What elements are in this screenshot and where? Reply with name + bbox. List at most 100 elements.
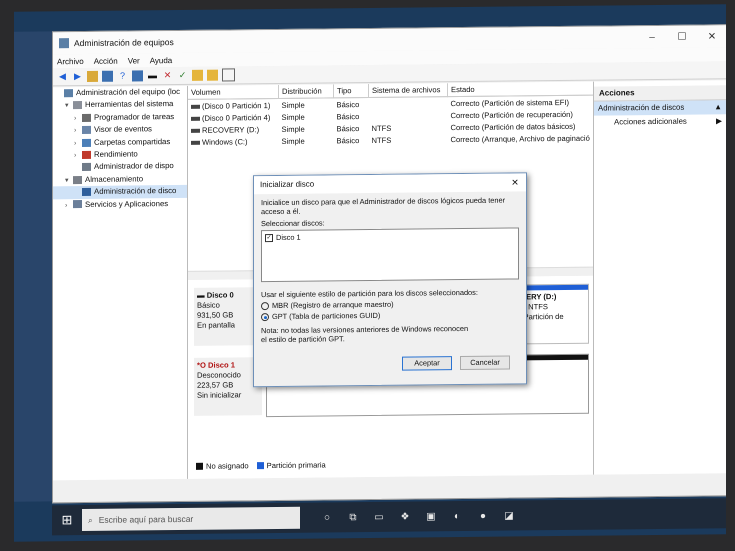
- volume-cell: (Disco 0 Partición 1): [188, 98, 279, 111]
- initialize-disk-dialog: Inicializar disco ✕ Inicialice un disco …: [253, 172, 527, 388]
- column-sistema-archivos[interactable]: Sistema de archivos: [368, 83, 448, 98]
- gpt-radio[interactable]: [261, 313, 269, 322]
- forward-arrow-icon[interactable]: ▶: [72, 71, 83, 82]
- notes-icon[interactable]: ◪: [496, 510, 522, 521]
- table-cell: NTFS: [371, 135, 392, 145]
- tree-item[interactable]: › Servicios y Aplicaciones: [53, 197, 187, 211]
- dropbox-icon[interactable]: ❖: [392, 511, 418, 522]
- windows-start-icon[interactable]: ⊞: [52, 505, 82, 535]
- performance-icon: [82, 150, 91, 159]
- taskbar-search[interactable]: ⌕ Escribe aquí para buscar: [82, 506, 300, 532]
- tree-item-label: Administración del equipo (loc: [76, 86, 181, 98]
- check-icon[interactable]: ✓: [177, 70, 188, 81]
- accept-button[interactable]: Aceptar: [402, 356, 452, 371]
- volume-icon: [191, 104, 200, 109]
- menu-archivo[interactable]: Archivo: [57, 56, 84, 65]
- tree-item-label: Rendimiento: [94, 149, 138, 159]
- minimize-button[interactable]: –: [637, 31, 667, 43]
- settings-icon[interactable]: [222, 68, 235, 82]
- disk-list: ✓ Disco 1: [261, 227, 519, 283]
- dialog-intro: Inicialice un disco para que el Administ…: [261, 195, 506, 217]
- disk-1-checkbox[interactable]: ✓: [265, 234, 273, 243]
- column-volumen[interactable]: Volumen: [188, 84, 279, 100]
- disk-size: 931,50 GB: [197, 310, 234, 320]
- store-icon[interactable]: ▣: [418, 511, 444, 522]
- tree-item-label: Programador de tareas: [94, 111, 175, 122]
- disk-size: 223,57 GB: [197, 380, 234, 390]
- file-explorer-icon[interactable]: ▭: [366, 511, 392, 522]
- column-distribucion[interactable]: Distribución: [278, 84, 334, 99]
- partition-label: VERY (D:): [521, 292, 557, 302]
- table-cell: Simple: [281, 124, 305, 134]
- mbr-label[interactable]: MBR (Registro de arranque maestro): [272, 300, 394, 310]
- disk-drive-icon: ▬: [197, 290, 207, 300]
- disk-1-info[interactable]: *O Disco 1 Desconocido 223,57 GB Sin ini…: [194, 357, 262, 416]
- connect-icon[interactable]: ▬: [147, 70, 158, 81]
- properties-icon[interactable]: [132, 70, 143, 82]
- tree-item-label: Visor de eventos: [94, 124, 152, 135]
- search-folder-icon[interactable]: [207, 69, 218, 81]
- volume-cell: (Disco 0 Partición 4): [188, 111, 279, 124]
- close-button[interactable]: ✕: [697, 31, 726, 42]
- cancel-button[interactable]: Cancelar: [460, 355, 510, 371]
- tree-item-label: Administración de disco: [94, 186, 177, 197]
- up-folder-icon[interactable]: [87, 70, 98, 82]
- disk-0-info[interactable]: ▬ Disco 0 Básico 931,50 GB En pantalla: [194, 287, 262, 346]
- gpt-label[interactable]: GPT (Tabla de particiones GUID): [272, 311, 380, 321]
- help-icon[interactable]: ?: [117, 71, 128, 82]
- tree-item-label: Carpetas compartidas: [94, 136, 171, 147]
- select-disks-label: Seleccionar discos:: [261, 218, 325, 229]
- menu-ayuda[interactable]: Ayuda: [150, 56, 173, 65]
- volume-icon: [191, 116, 200, 121]
- clock-icon: [82, 113, 91, 122]
- computer-management-window: Administración de equipos – ☐ ✕ Archivo …: [52, 24, 726, 504]
- table-cell: Correcto (Arranque, Archivo de paginació: [450, 133, 590, 144]
- partition-fs: B NTFS: [521, 302, 549, 312]
- tree-expander-icon[interactable]: ›: [65, 200, 73, 212]
- action-more[interactable]: Acciones adicionales ▶: [594, 114, 726, 129]
- unallocated-swatch: [196, 462, 203, 470]
- column-tipo[interactable]: Tipo: [333, 84, 369, 98]
- actions-header: Acciones: [594, 85, 726, 102]
- shared-folder-icon: [82, 138, 91, 147]
- legend-primary: Partición primaria: [266, 460, 326, 471]
- back-arrow-icon[interactable]: ◀: [57, 71, 68, 82]
- delete-icon[interactable]: ✕: [162, 70, 173, 81]
- mbr-radio[interactable]: [261, 302, 269, 311]
- table-cell: Básico: [336, 135, 360, 145]
- window-title: Administración de equipos: [74, 37, 174, 49]
- browser-icon[interactable]: ●: [470, 510, 496, 521]
- disk-management-icon: [82, 187, 91, 197]
- disk-1-item[interactable]: Disco 1: [276, 233, 301, 242]
- actions-pane: Acciones Administración de discos ▲ Acci…: [593, 80, 726, 475]
- volume-name: Windows (C:): [202, 136, 248, 147]
- primary-swatch: [256, 462, 264, 470]
- edge-icon[interactable]: ◐: [444, 510, 470, 522]
- partition-style-label: Usar el siguiente estilo de partición pa…: [261, 287, 478, 300]
- menu-accion[interactable]: Acción: [94, 56, 118, 65]
- folder-icon[interactable]: [192, 69, 203, 81]
- volume-name: (Disco 0 Partición 1): [202, 100, 271, 111]
- show-hide-tree-icon[interactable]: [102, 70, 113, 82]
- action-disk-management[interactable]: Administración de discos ▲: [594, 100, 726, 116]
- disk-name: *O Disco 1: [197, 360, 235, 370]
- disk-name: Disco 0: [206, 290, 234, 300]
- desktop-background: [14, 31, 52, 502]
- task-view-icon[interactable]: ⧉: [340, 512, 366, 523]
- dialog-title: Inicializar disco: [260, 179, 315, 190]
- disk-type: Básico: [197, 300, 220, 310]
- computer-management-icon: [59, 38, 69, 49]
- disk-status: Sin inicializar: [197, 390, 242, 400]
- volume-cell: Windows (C:): [188, 135, 279, 148]
- search-placeholder: Escribe aquí para buscar: [98, 513, 194, 525]
- tree-item-label: Herramientas del sistema: [85, 99, 174, 110]
- search-icon: ⌕: [88, 514, 93, 525]
- services-icon: [73, 200, 82, 209]
- dialog-close-button[interactable]: ✕: [504, 173, 526, 191]
- table-cell: Simple: [281, 100, 305, 110]
- storage-icon: [73, 175, 82, 184]
- menu-ver[interactable]: Ver: [128, 56, 140, 65]
- cortana-icon[interactable]: ○: [314, 512, 340, 523]
- maximize-button[interactable]: ☐: [667, 31, 697, 42]
- submenu-arrow-icon: ▶: [716, 116, 722, 126]
